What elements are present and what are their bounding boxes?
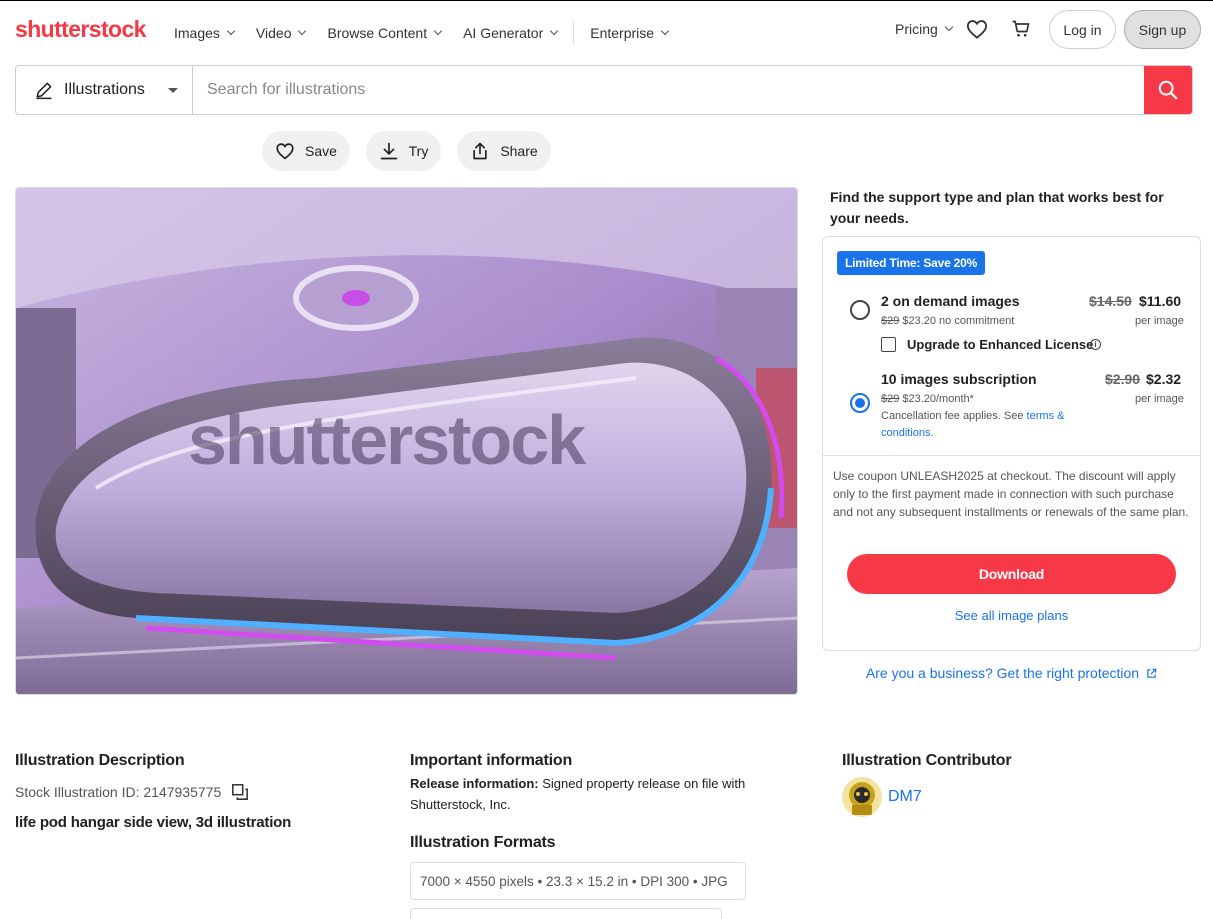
heart-icon	[276, 143, 294, 160]
search-input[interactable]	[193, 66, 1144, 114]
illustration-description: life pod hangar side view, 3d illustrati…	[15, 814, 292, 831]
caret-down-icon	[168, 88, 178, 93]
plan-divider	[823, 455, 1200, 456]
share-button[interactable]: Share	[457, 131, 551, 171]
info-icon[interactable]: i	[1090, 339, 1101, 350]
option-on-demand-per: per image	[1135, 315, 1184, 327]
chevron-down-icon	[660, 26, 670, 36]
preview-image[interactable]: shutterstock	[15, 187, 798, 695]
business-protection-link[interactable]: Are you a business? Get the right protec…	[822, 665, 1201, 681]
see-all-plans-link[interactable]: See all image plans	[823, 608, 1200, 623]
enhanced-license-checkbox[interactable]	[881, 337, 896, 352]
important-info-title: Important information	[410, 752, 573, 769]
format-option[interactable]: 7000 × 4550 pixels • 23.3 × 15.2 in • DP…	[410, 862, 746, 900]
search-button[interactable]	[1144, 66, 1192, 114]
option-on-demand-subtext: $29 $23.20 no commitment	[881, 315, 1015, 327]
site-header: shutterstock Images Video Browse Content…	[0, 1, 1213, 59]
signup-button[interactable]: Sign up	[1124, 10, 1201, 49]
pen-icon	[36, 82, 52, 100]
nav-enterprise[interactable]: Enterprise	[590, 25, 670, 41]
chevron-down-icon	[944, 22, 954, 32]
option-subscription-subtext: $29 $23.20/month*	[881, 393, 974, 405]
option-subscription-old-price: $2.90	[1105, 371, 1141, 387]
limited-time-badge: Limited Time: Save 20%	[837, 251, 986, 275]
external-link-icon	[1147, 668, 1157, 678]
nav-ai-generator[interactable]: AI Generator	[463, 25, 559, 41]
contributor-title: Illustration Contributor	[842, 752, 1012, 769]
cancellation-note: Cancellation fee applies. See terms & co…	[881, 410, 1065, 439]
format-option[interactable]	[410, 908, 722, 919]
search-bar: Illustrations	[15, 65, 1193, 115]
coupon-text: Use coupon UNLEASH2025 at checkout. The …	[833, 469, 1189, 519]
share-icon	[473, 142, 487, 160]
nav-browse-content[interactable]: Browse Content	[327, 25, 443, 41]
download-button[interactable]: Download	[847, 554, 1176, 594]
enhanced-license-label[interactable]: Upgrade to Enhanced License	[907, 337, 1093, 352]
plan-selector: Limited Time: Save 20% 2 on demand image…	[822, 236, 1201, 651]
formats-title: Illustration Formats	[410, 834, 556, 851]
chevron-down-icon	[550, 26, 559, 36]
search-type-dropdown[interactable]: Illustrations	[16, 66, 193, 114]
description-title: Illustration Description	[15, 752, 185, 769]
nav-video[interactable]: Video	[256, 25, 307, 41]
option-on-demand-old-price: $14.50	[1089, 293, 1132, 309]
save-button[interactable]: Save	[262, 131, 350, 171]
shutterstock-logo[interactable]: shutterstock	[15, 16, 146, 43]
stock-id: Stock Illustration ID: 2147935775	[15, 783, 249, 801]
download-icon	[380, 142, 397, 160]
release-information: Release information: Signed property rel…	[410, 776, 746, 812]
search-type-label: Illustrations	[64, 81, 145, 98]
try-button[interactable]: Try	[366, 131, 441, 171]
chevron-down-icon	[226, 26, 236, 36]
radio-on-demand[interactable]	[850, 300, 870, 320]
search-icon	[1158, 80, 1178, 100]
watermark: shutterstock	[188, 401, 586, 479]
main-nav: Images Video Browse Content AI Generator…	[174, 21, 690, 45]
chevron-down-icon	[298, 26, 307, 36]
favorites-heart-icon[interactable]	[966, 19, 988, 44]
nav-pricing[interactable]: Pricing	[895, 21, 954, 37]
nav-images[interactable]: Images	[174, 25, 236, 41]
option-on-demand-price: $11.60	[1139, 293, 1182, 309]
option-on-demand-title: 2 on demand images	[881, 293, 1020, 309]
option-subscription-title: 10 images subscription	[881, 371, 1037, 387]
plan-intro-text: Find the support type and plan that work…	[830, 189, 1164, 226]
login-button[interactable]: Log in	[1049, 10, 1116, 49]
chevron-down-icon	[433, 26, 443, 36]
contributor-avatar[interactable]	[842, 777, 882, 817]
option-subscription-price: $2.32	[1146, 371, 1182, 387]
option-subscription-per: per image	[1135, 393, 1184, 405]
cart-icon[interactable]	[1011, 19, 1031, 44]
nav-divider	[573, 21, 575, 45]
copy-icon[interactable]	[231, 783, 249, 801]
radio-subscription[interactable]	[850, 393, 870, 413]
contributor-name-link[interactable]: DM7	[888, 788, 922, 806]
